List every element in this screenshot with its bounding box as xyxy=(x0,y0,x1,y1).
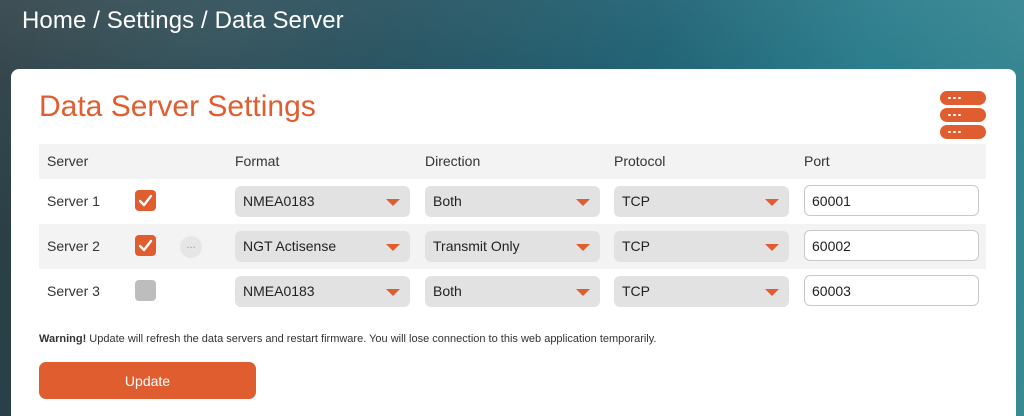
port-input[interactable] xyxy=(804,230,979,261)
dropdown-arrow-icon xyxy=(765,289,779,296)
server-2-enabled-checkbox[interactable] xyxy=(135,235,156,256)
server-icon xyxy=(940,91,986,139)
server-3-enabled-checkbox[interactable] xyxy=(135,280,156,301)
header-format: Format xyxy=(235,153,280,169)
update-button[interactable]: Update xyxy=(39,362,256,399)
dropdown-arrow-icon xyxy=(386,244,400,251)
server-label: Server 3 xyxy=(47,283,100,299)
checkmark-icon xyxy=(138,239,153,252)
direction-select[interactable]: Both xyxy=(425,276,600,307)
page-title: Data Server Settings xyxy=(39,90,316,123)
dropdown-arrow-icon xyxy=(576,289,590,296)
more-options-button[interactable]: ... xyxy=(180,236,202,258)
warning-label: Warning! xyxy=(39,333,87,345)
dropdown-arrow-icon xyxy=(386,199,400,206)
warning-message: Warning! Update will refresh the data se… xyxy=(39,333,657,345)
warning-text: Update will refresh the data servers and… xyxy=(86,333,657,345)
dropdown-arrow-icon xyxy=(576,244,590,251)
protocol-select[interactable]: TCP xyxy=(614,231,789,262)
header-direction: Direction xyxy=(425,153,481,169)
dropdown-arrow-icon xyxy=(576,199,590,206)
table-row: Server 1 NMEA0183 Both TCP xyxy=(39,179,986,224)
breadcrumb-separator: / xyxy=(194,7,215,34)
server-label: Server 1 xyxy=(47,193,100,209)
server-1-enabled-checkbox[interactable] xyxy=(135,190,156,211)
breadcrumb-home[interactable]: Home xyxy=(22,7,86,34)
table-row: Server 3 NMEA0183 Both TCP xyxy=(39,269,986,314)
format-select[interactable]: NGT Actisense xyxy=(235,231,410,262)
header-port: Port xyxy=(804,153,830,169)
breadcrumb-separator: / xyxy=(86,7,107,34)
table-row: Server 2 ... NGT Actisense Transmit Only… xyxy=(39,224,986,269)
format-select[interactable]: NMEA0183 xyxy=(235,186,410,217)
server-label: Server 2 xyxy=(47,238,100,254)
header-server: Server xyxy=(47,153,89,169)
breadcrumb-current: Data Server xyxy=(214,7,344,34)
settings-card: Data Server Settings Server Format Direc… xyxy=(11,69,1016,416)
checkmark-icon xyxy=(138,194,153,207)
breadcrumb: Home / Settings / Data Server xyxy=(22,7,344,35)
dropdown-arrow-icon xyxy=(765,244,779,251)
direction-select[interactable]: Transmit Only xyxy=(425,231,600,262)
protocol-select[interactable]: TCP xyxy=(614,276,789,307)
port-input[interactable] xyxy=(804,275,979,306)
port-input[interactable] xyxy=(804,185,979,216)
breadcrumb-settings[interactable]: Settings xyxy=(107,7,195,34)
dropdown-arrow-icon xyxy=(765,199,779,206)
protocol-select[interactable]: TCP xyxy=(614,186,789,217)
format-select[interactable]: NMEA0183 xyxy=(235,276,410,307)
header-protocol: Protocol xyxy=(614,153,666,169)
table-header: Server Format Direction Protocol Port xyxy=(39,144,986,179)
server-table: Server Format Direction Protocol Port Se… xyxy=(39,144,986,314)
direction-select[interactable]: Both xyxy=(425,186,600,217)
dropdown-arrow-icon xyxy=(386,289,400,296)
